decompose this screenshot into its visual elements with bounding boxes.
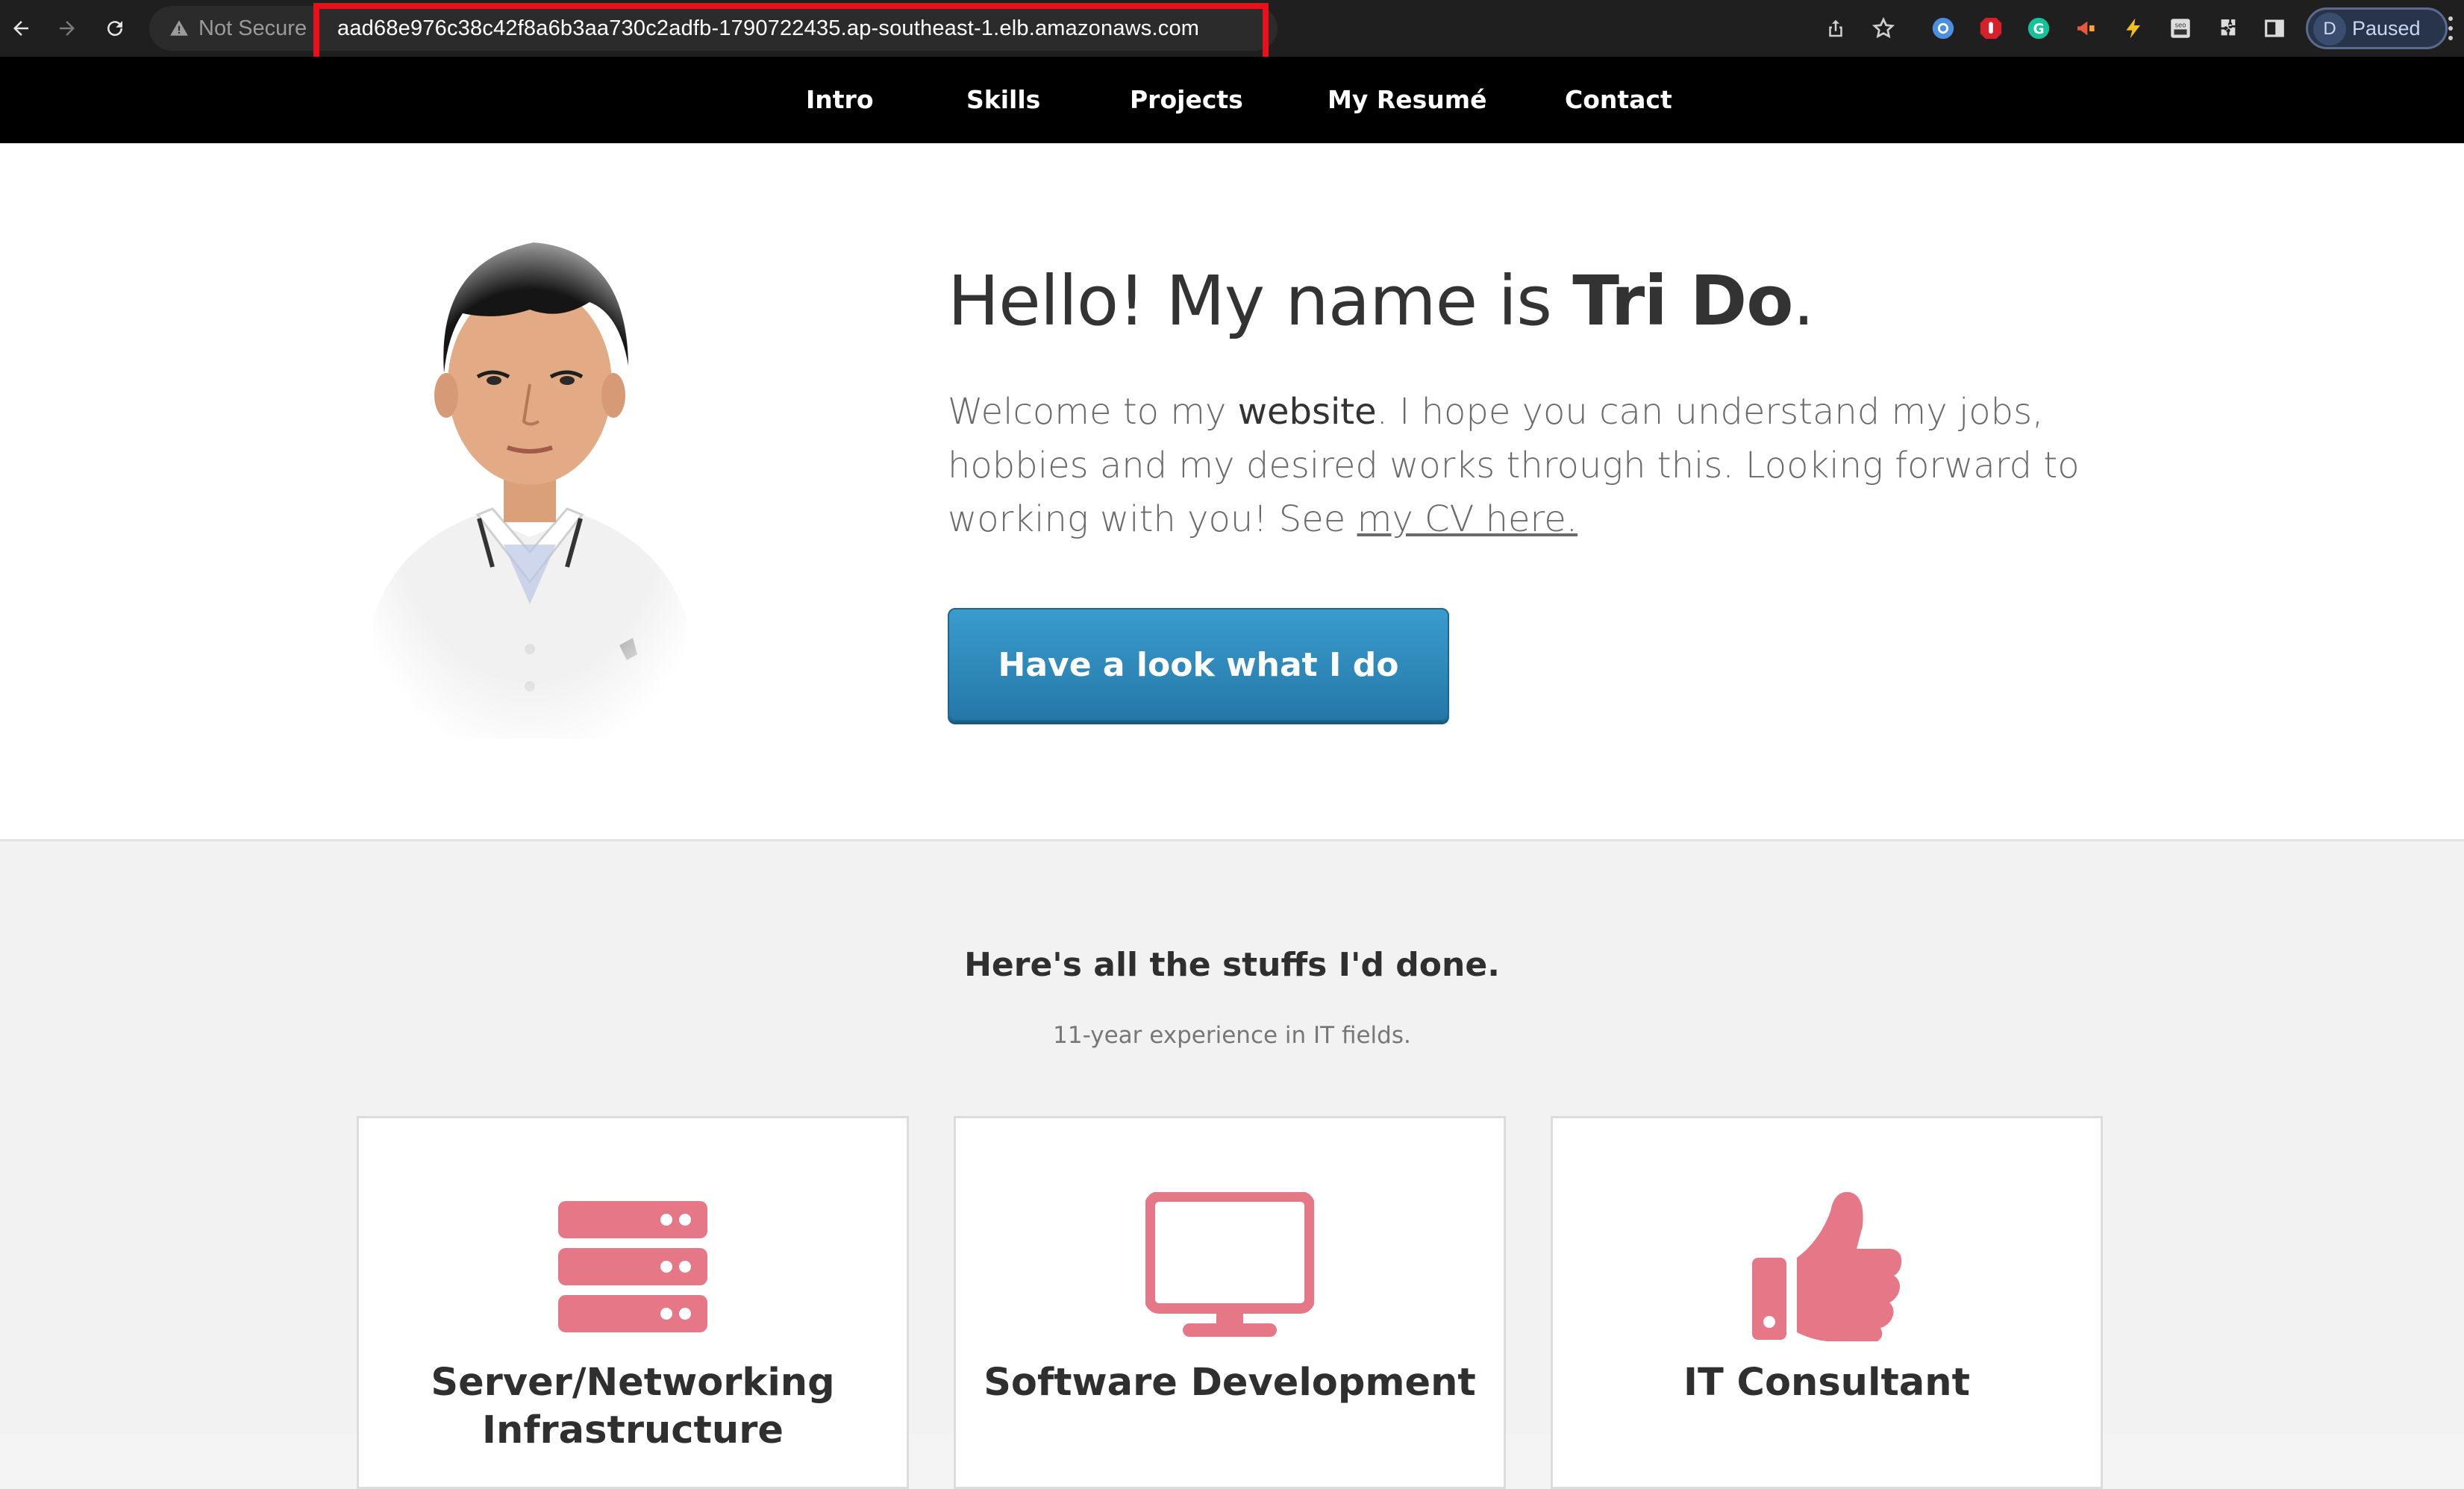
thumbs-up-icon — [1752, 1189, 1903, 1347]
share-icon[interactable] — [1819, 12, 1852, 45]
monitor-icon — [1145, 1191, 1315, 1345]
nav-resume[interactable]: My Resumé — [1328, 57, 1487, 143]
bookmark-star-icon[interactable] — [1867, 12, 1900, 45]
section-subtitle: 11-year experience in IT fields. — [1053, 1022, 1411, 1049]
person-name: Tri Do — [1572, 261, 1793, 341]
extensions-puzzle-icon[interactable] — [2212, 12, 2245, 45]
avatar: D — [2313, 13, 2346, 46]
extension-grammarly-icon[interactable]: G — [2022, 12, 2055, 45]
intro-text-1: Welcome to my — [948, 391, 1238, 433]
browser-menu-icon[interactable] — [2442, 13, 2460, 43]
section-title: Here's all the stuffs I'd done. — [964, 946, 1500, 984]
extension-lightning-icon[interactable] — [2118, 12, 2151, 45]
back-button[interactable] — [0, 7, 42, 49]
security-label[interactable]: Not Secure — [198, 13, 307, 43]
have-a-look-button[interactable]: Have a look what I do — [948, 608, 1449, 721]
server-icon — [558, 1200, 707, 1338]
nav-projects[interactable]: Projects — [1130, 57, 1243, 143]
nav-intro[interactable]: Intro — [806, 57, 874, 143]
reload-icon — [107, 21, 123, 37]
back-arrow-icon — [13, 21, 28, 36]
forward-button[interactable] — [46, 7, 88, 49]
url-text[interactable]: aad68e976c38c42f8a6b3aa730c2adfb-1790722… — [337, 13, 1199, 43]
extension-chrome-icon[interactable] — [1927, 12, 1960, 45]
page-title: Hello! My name is Tri Do. — [948, 261, 1815, 341]
cv-link[interactable]: my CV here. — [1357, 498, 1577, 540]
greeting-text: Hello! My name is — [948, 261, 1573, 341]
intro-paragraph: Welcome to my website. I hope you can un… — [948, 385, 2097, 546]
profile-status: Paused — [2352, 17, 2421, 40]
greeting-end: . — [1792, 261, 1814, 341]
side-panel-icon[interactable] — [2258, 12, 2291, 45]
warning-icon — [164, 13, 194, 43]
card-title-consultant: IT Consultant — [1683, 1361, 1970, 1405]
svg-text:G: G — [2033, 22, 2044, 37]
reload-button[interactable] — [94, 7, 136, 49]
card-title-software: Software Development — [984, 1361, 1476, 1405]
extension-adblock-icon[interactable] — [1974, 12, 2007, 45]
nav-skills[interactable]: Skills — [966, 57, 1040, 143]
nav-contact[interactable]: Contact — [1565, 57, 1672, 143]
card-title-server: Server/Networking Infrastructure — [431, 1361, 835, 1452]
intro-bold-text: website — [1237, 391, 1377, 433]
extension-megaphone-icon[interactable] — [2070, 12, 2103, 45]
extension-seo-icon[interactable]: seo — [2164, 12, 2197, 45]
forward-arrow-icon — [60, 21, 75, 36]
profile-photo — [351, 231, 709, 739]
svg-text:seo: seo — [2175, 22, 2186, 30]
